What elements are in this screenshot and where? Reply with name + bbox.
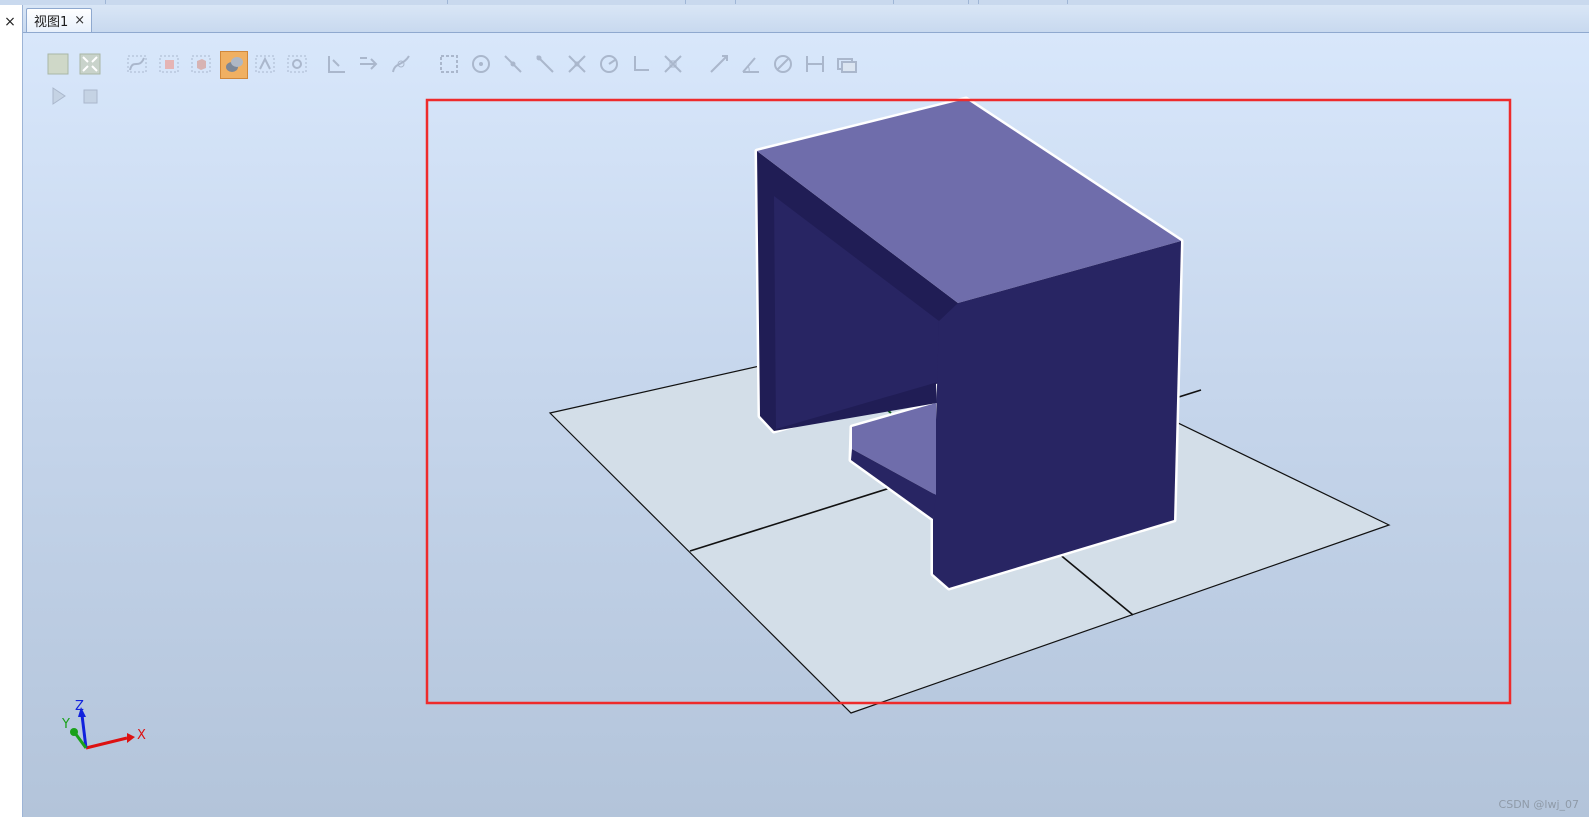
axis-y-label: Y [61, 717, 70, 732]
snap-pivot-icon[interactable] [596, 51, 622, 77]
select-group-icon[interactable] [252, 51, 278, 77]
axis-z-label: Z [75, 699, 84, 714]
3d-viewport[interactable]: X Y Z CSDN @lwj_07 [23, 33, 1589, 817]
watermark: CSDN @lwj_07 [1498, 798, 1579, 811]
tab-close-icon[interactable]: × [74, 13, 85, 28]
measure-diameter-icon[interactable] [770, 51, 796, 77]
tab-label: 视图1 [34, 15, 69, 30]
snap-object-icon[interactable] [436, 51, 462, 77]
select-body-icon[interactable] [188, 51, 214, 77]
stop-icon[interactable] [77, 83, 103, 109]
snap-midpoint-icon[interactable] [500, 51, 526, 77]
snap-grid-icon[interactable] [660, 51, 686, 77]
snap-center-icon[interactable] [468, 51, 494, 77]
snap-path-icon[interactable] [388, 51, 414, 77]
snap-frame-icon[interactable] [628, 51, 654, 77]
select-surface-icon[interactable] [156, 51, 182, 77]
snap-local-origin-icon[interactable] [324, 51, 350, 77]
view-solid-icon[interactable] [45, 51, 71, 77]
snap-intersection-icon[interactable] [564, 51, 590, 77]
select-mechanism-icon[interactable] [284, 51, 310, 77]
left-panel: × [0, 5, 23, 817]
axis-x-label: X [137, 728, 146, 743]
select-part-icon[interactable] [220, 51, 248, 79]
tab-view1[interactable]: 视图1 × [26, 8, 93, 32]
snap-edge-icon[interactable] [532, 51, 558, 77]
select-curve-icon[interactable] [124, 51, 150, 77]
left-panel-close-button[interactable]: × [1, 13, 19, 31]
play-icon[interactable] [45, 83, 71, 109]
measure-distance-icon[interactable] [706, 51, 732, 77]
view-all-icon[interactable] [77, 51, 103, 77]
keep-measurement-icon[interactable] [834, 51, 860, 77]
measure-angle-icon[interactable] [738, 51, 764, 77]
viewport-toolbar [45, 51, 945, 121]
application-window: × 视图1 × X Y Z CSDN @lwj_07 [0, 0, 1589, 817]
document-tab-strip: 视图1 × [23, 5, 1589, 33]
snap-move-icon[interactable] [356, 51, 382, 77]
3d-scene: X Y Z [61, 96, 1512, 750]
axis-triad: X Y Z [61, 699, 146, 750]
measure-shortest-icon[interactable] [802, 51, 828, 77]
